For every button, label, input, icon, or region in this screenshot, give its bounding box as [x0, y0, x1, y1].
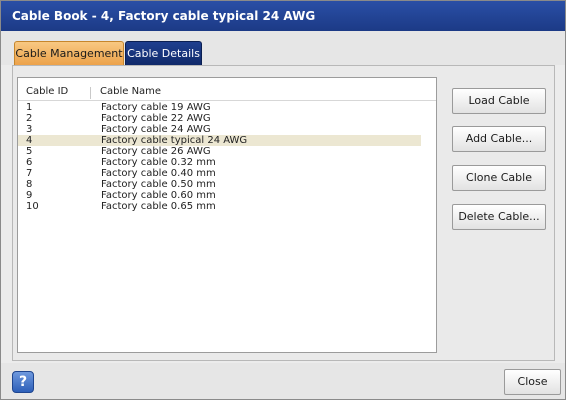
cable-list[interactable]: Cable ID Cable Name 1 Factory cable 19 AW…: [17, 77, 437, 353]
table-row[interactable]: 3 Factory cable 24 AWG: [18, 124, 421, 135]
column-divider[interactable]: [90, 87, 91, 99]
delete-cable-button[interactable]: Delete Cable...: [452, 204, 546, 230]
add-cable-button[interactable]: Add Cable...: [452, 126, 546, 152]
cell-cable-id: 6: [26, 157, 33, 168]
column-header-cable-id[interactable]: Cable ID: [26, 86, 68, 97]
cell-cable-name: Factory cable 22 AWG: [101, 113, 211, 124]
cell-cable-id: 1: [26, 102, 33, 113]
dialog-footer: ? Close: [1, 363, 565, 399]
table-row[interactable]: 7 Factory cable 0.40 mm: [18, 168, 421, 179]
tab-strip: Cable Management Cable Details: [1, 31, 565, 65]
cell-cable-name: Factory cable 0.60 mm: [101, 190, 216, 201]
cell-cable-name: Factory cable 0.40 mm: [101, 168, 216, 179]
tab-cable-management[interactable]: Cable Management: [14, 41, 124, 65]
cell-cable-id: 2: [26, 113, 33, 124]
cable-book-window: Cable Book - 4, Factory cable typical 24…: [0, 0, 566, 400]
table-row[interactable]: 10 Factory cable 0.65 mm: [18, 201, 421, 212]
table-row[interactable]: 8 Factory cable 0.50 mm: [18, 179, 421, 190]
list-header: Cable ID Cable Name: [18, 86, 436, 101]
cable-management-panel: Cable ID Cable Name 1 Factory cable 19 AW…: [12, 65, 555, 361]
cell-cable-name: Factory cable typical 24 AWG: [101, 135, 248, 146]
table-row[interactable]: 4 Factory cable typical 24 AWG: [18, 135, 421, 146]
cell-cable-id: 3: [26, 124, 33, 135]
cell-cable-id: 4: [26, 135, 33, 146]
load-cable-button[interactable]: Load Cable: [452, 88, 546, 114]
tab-cable-details[interactable]: Cable Details: [125, 41, 202, 65]
cell-cable-name: Factory cable 24 AWG: [101, 124, 211, 135]
cell-cable-id: 10: [26, 201, 39, 212]
column-header-cable-name[interactable]: Cable Name: [100, 86, 161, 97]
table-row[interactable]: 9 Factory cable 0.60 mm: [18, 190, 421, 201]
cell-cable-name: Factory cable 0.32 mm: [101, 157, 216, 168]
cell-cable-name: Factory cable 0.65 mm: [101, 201, 216, 212]
table-row[interactable]: 2 Factory cable 22 AWG: [18, 113, 421, 124]
cell-cable-id: 9: [26, 190, 33, 201]
cell-cable-id: 7: [26, 168, 33, 179]
close-button[interactable]: Close: [504, 369, 561, 395]
clone-cable-button[interactable]: Clone Cable: [452, 165, 546, 191]
cable-rows: 1 Factory cable 19 AWG 2 Factory cable 22 A…: [18, 102, 436, 212]
table-row[interactable]: 6 Factory cable 0.32 mm: [18, 157, 421, 168]
window-title: Cable Book - 4, Factory cable typical 24…: [1, 1, 565, 31]
cell-cable-name: Factory cable 0.50 mm: [101, 179, 216, 190]
table-row[interactable]: 5 Factory cable 26 AWG: [18, 146, 421, 157]
cell-cable-id: 5: [26, 146, 33, 157]
cell-cable-name: Factory cable 26 AWG: [101, 146, 211, 157]
cell-cable-id: 8: [26, 179, 33, 190]
cell-cable-name: Factory cable 19 AWG: [101, 102, 211, 113]
help-button[interactable]: ?: [12, 371, 34, 393]
question-mark-icon: ?: [18, 374, 28, 390]
table-row[interactable]: 1 Factory cable 19 AWG: [18, 102, 421, 113]
